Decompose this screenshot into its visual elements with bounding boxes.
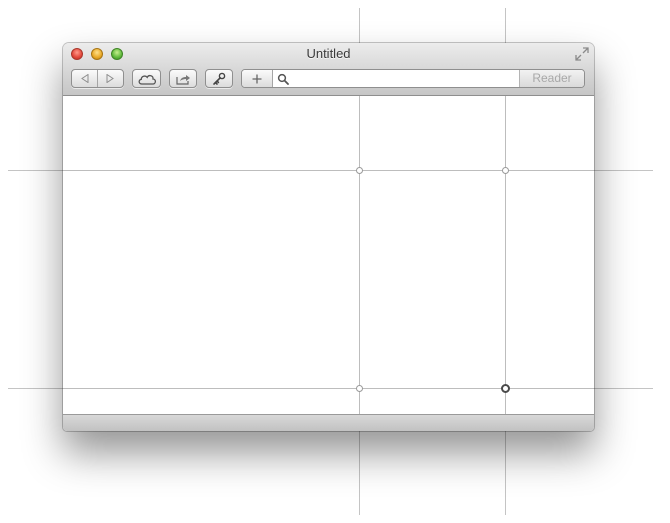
guide-handle-bottom-left[interactable] xyxy=(356,385,363,392)
passwords-button[interactable] xyxy=(205,69,233,88)
chevron-right-icon xyxy=(106,74,115,83)
chevron-left-icon xyxy=(80,74,88,83)
guide-overlay-vertical-left xyxy=(359,96,360,414)
browser-window: Untitled Reader xyxy=(63,43,594,431)
forward-button[interactable] xyxy=(98,70,123,87)
cloud-icon xyxy=(138,74,156,85)
share-icon xyxy=(176,74,190,85)
icloud-tabs-button[interactable] xyxy=(132,69,161,88)
fullscreen-icon[interactable] xyxy=(575,47,589,61)
guide-overlay-vertical-right xyxy=(505,96,506,414)
plus-icon xyxy=(252,74,262,83)
back-button[interactable] xyxy=(72,70,97,87)
title-bar: Untitled Reader xyxy=(63,43,594,96)
guide-handle-top-right[interactable] xyxy=(502,167,509,174)
key-icon xyxy=(213,72,226,85)
address-bar: Reader xyxy=(241,69,585,88)
address-input[interactable] xyxy=(294,70,499,87)
guide-overlay-horizontal-bottom xyxy=(63,388,594,389)
reader-button[interactable]: Reader xyxy=(519,70,584,87)
status-bar xyxy=(63,414,594,431)
guide-handle-top-left[interactable] xyxy=(356,167,363,174)
back-forward-group xyxy=(71,69,124,88)
page-content[interactable] xyxy=(63,96,594,414)
guide-overlay-horizontal-top xyxy=(63,170,594,171)
window-title: Untitled xyxy=(306,46,351,61)
magnifier-icon xyxy=(277,73,289,85)
share-button[interactable] xyxy=(169,69,197,88)
add-bookmark-button[interactable] xyxy=(242,70,273,87)
guide-handle-bottom-right[interactable] xyxy=(501,384,510,393)
